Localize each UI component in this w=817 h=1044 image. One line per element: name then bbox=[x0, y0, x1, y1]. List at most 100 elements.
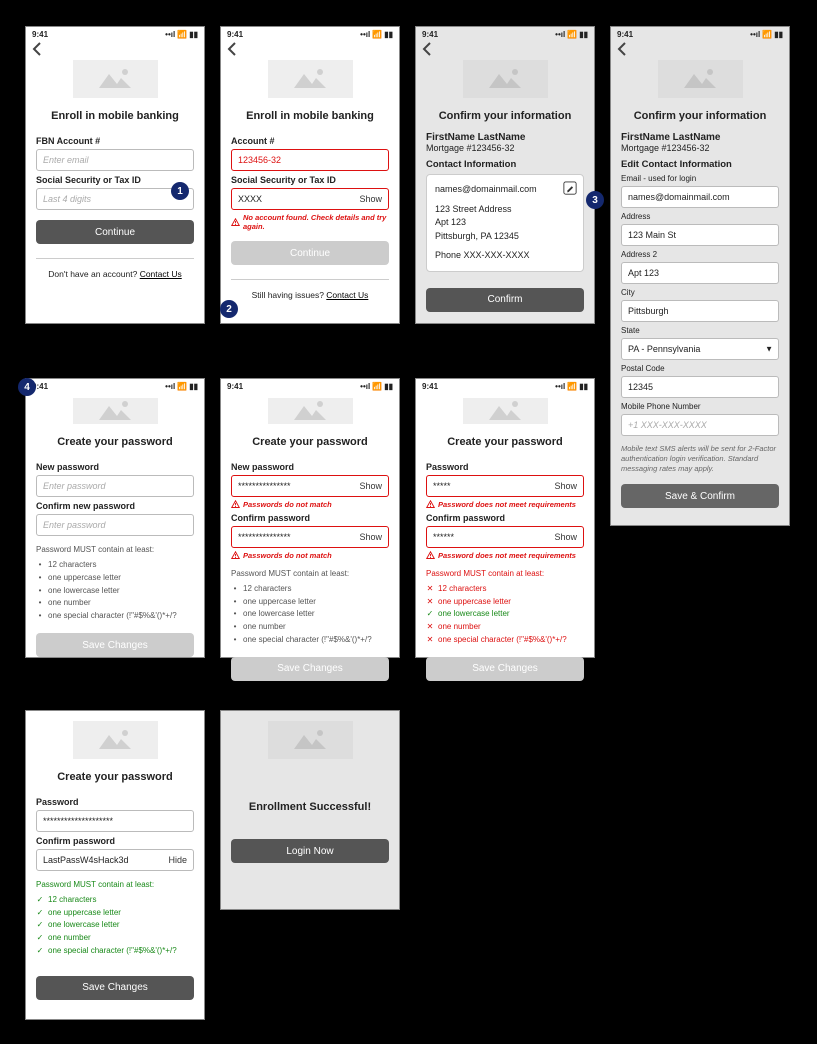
page-title: Create your password bbox=[26, 436, 204, 448]
contact-card: names@domainmail.com 123 Street Address … bbox=[426, 174, 584, 272]
status-bar: 9:41 ••ıl 📶 ▮▮ bbox=[26, 27, 204, 42]
new-password-input[interactable]: ***************Show bbox=[231, 475, 389, 497]
contact-us-link[interactable]: Contact Us bbox=[326, 290, 368, 300]
check-icon: ✓ bbox=[36, 945, 44, 958]
status-bar: 9:41 ••ıl 📶 ▮▮ bbox=[26, 379, 204, 394]
user-name: FirstName LastName bbox=[426, 132, 584, 143]
page-title: Confirm your information bbox=[416, 110, 594, 122]
footer: Still having issues? Contact Us bbox=[231, 286, 389, 308]
screen-enroll-error: 9:41 ••ıl 📶 ▮▮ Enroll in mobile banking … bbox=[220, 26, 400, 324]
ssn-input[interactable]: XXXXShow bbox=[231, 188, 389, 210]
save-changes-button: Save Changes bbox=[36, 633, 194, 657]
back-icon[interactable] bbox=[422, 42, 432, 58]
status-icons: ••ıl 📶 ▮▮ bbox=[750, 30, 783, 39]
confirm-password-input[interactable]: Enter password bbox=[36, 514, 194, 536]
screen-password-requirements: 9:41 ••ıl 📶 ▮▮ Create your password Pass… bbox=[415, 378, 595, 658]
mortgage-number: Mortgage #123456-32 bbox=[426, 143, 584, 153]
address2-input[interactable]: Apt 123 bbox=[621, 262, 779, 284]
new-password-input[interactable]: Enter password bbox=[36, 475, 194, 497]
account-input[interactable]: Enter email bbox=[36, 149, 194, 171]
hide-toggle[interactable]: Hide bbox=[168, 855, 187, 865]
account-label: Account # bbox=[231, 136, 389, 146]
image-placeholder bbox=[268, 60, 353, 98]
phone-label: Mobile Phone Number bbox=[621, 402, 779, 411]
back-icon[interactable] bbox=[617, 42, 627, 58]
back-icon[interactable] bbox=[32, 42, 42, 58]
image-placeholder bbox=[463, 60, 548, 98]
email-label: Email - used for login bbox=[621, 174, 779, 183]
screen-password-empty: 9:41 ••ıl 📶 ▮▮ Create your password New … bbox=[25, 378, 205, 658]
annotation-4: 4 bbox=[18, 378, 36, 396]
save-changes-button[interactable]: Save Changes bbox=[36, 976, 194, 1000]
contact-addr1: 123 Street Address bbox=[435, 203, 575, 217]
zip-input[interactable]: 12345 bbox=[621, 376, 779, 398]
cross-icon: ✕ bbox=[426, 621, 434, 634]
page-title: Confirm your information bbox=[611, 110, 789, 122]
annotation-2: 2 bbox=[220, 300, 238, 318]
contact-phone: Phone XXX-XXX-XXXX bbox=[435, 249, 575, 263]
new-password-label: New password bbox=[36, 462, 194, 472]
save-confirm-button[interactable]: Save & Confirm bbox=[621, 484, 779, 508]
status-bar: 9:41 ••ıl 📶 ▮▮ bbox=[416, 27, 594, 42]
new-password-input[interactable]: *****Show bbox=[426, 475, 584, 497]
new-password-input[interactable]: ******************** bbox=[36, 810, 194, 832]
new-password-label: Password bbox=[426, 462, 584, 472]
status-icons: ••ıl 📶 ▮▮ bbox=[360, 382, 393, 391]
annotation-1: 1 bbox=[171, 182, 189, 200]
address2-label: Address 2 bbox=[621, 250, 779, 259]
mortgage-number: Mortgage #123456-32 bbox=[621, 143, 779, 153]
login-now-button[interactable]: Login Now bbox=[231, 839, 389, 863]
status-time: 9:41 bbox=[227, 382, 243, 391]
image-placeholder bbox=[73, 721, 158, 759]
user-name: FirstName LastName bbox=[621, 132, 779, 143]
contact-city: Pittsburgh, PA 12345 bbox=[435, 230, 575, 244]
back-icon[interactable] bbox=[227, 42, 237, 58]
contact-email: names@domainmail.com bbox=[435, 183, 575, 197]
continue-button[interactable]: Continue bbox=[36, 220, 194, 244]
contact-us-link[interactable]: Contact Us bbox=[140, 269, 182, 279]
contact-header: Contact Information bbox=[426, 159, 584, 170]
cross-icon: ✕ bbox=[426, 634, 434, 647]
password-rules: Password MUST contain at least: •12 char… bbox=[231, 568, 389, 647]
check-icon: ✓ bbox=[36, 919, 44, 932]
city-input[interactable]: Pittsburgh bbox=[621, 300, 779, 322]
password-rules: Password MUST contain at least: •12 char… bbox=[36, 544, 194, 623]
state-label: State bbox=[621, 326, 779, 335]
email-input[interactable]: names@domainmail.com bbox=[621, 186, 779, 208]
error-message: Password does not meet requirements bbox=[426, 551, 584, 560]
password-rules: Password MUST contain at least: ✓12 char… bbox=[36, 879, 194, 958]
image-placeholder bbox=[268, 721, 353, 759]
phone-input[interactable]: +1 XXX-XXX-XXXX bbox=[621, 414, 779, 436]
show-toggle[interactable]: Show bbox=[359, 532, 382, 542]
edit-icon[interactable] bbox=[563, 181, 577, 200]
new-password-label: Password bbox=[36, 797, 194, 807]
contact-addr2: Apt 123 bbox=[435, 216, 575, 230]
status-time: 9:41 bbox=[617, 30, 633, 39]
status-time: 9:41 bbox=[32, 30, 48, 39]
status-time: 9:41 bbox=[422, 30, 438, 39]
status-icons: ••ıl 📶 ▮▮ bbox=[165, 382, 198, 391]
status-icons: ••ıl 📶 ▮▮ bbox=[360, 30, 393, 39]
new-password-label: New password bbox=[231, 462, 389, 472]
image-placeholder bbox=[73, 60, 158, 98]
page-title: Create your password bbox=[26, 771, 204, 783]
cross-icon: ✕ bbox=[426, 596, 434, 609]
screen-confirm-info: 9:41 ••ıl 📶 ▮▮ Confirm your information … bbox=[415, 26, 595, 324]
divider bbox=[36, 258, 194, 259]
save-changes-button: Save Changes bbox=[426, 657, 584, 681]
state-select[interactable]: PA - Pennsylvania bbox=[621, 338, 779, 360]
footer: Don't have an account? Contact Us bbox=[36, 265, 194, 287]
confirm-button[interactable]: Confirm bbox=[426, 288, 584, 312]
address-input[interactable]: 123 Main St bbox=[621, 224, 779, 246]
confirm-password-input[interactable]: ******Show bbox=[426, 526, 584, 548]
confirm-password-input[interactable]: LastPassW4sHack3dHide bbox=[36, 849, 194, 871]
show-toggle[interactable]: Show bbox=[359, 194, 382, 204]
account-input[interactable]: 123456-32 bbox=[231, 149, 389, 171]
show-toggle[interactable]: Show bbox=[554, 532, 577, 542]
ssn-label: Social Security or Tax ID bbox=[231, 175, 389, 185]
show-toggle[interactable]: Show bbox=[359, 481, 382, 491]
error-message: Passwords do not match bbox=[231, 551, 389, 560]
confirm-password-input[interactable]: ***************Show bbox=[231, 526, 389, 548]
confirm-password-label: Confirm password bbox=[231, 513, 389, 523]
show-toggle[interactable]: Show bbox=[554, 481, 577, 491]
